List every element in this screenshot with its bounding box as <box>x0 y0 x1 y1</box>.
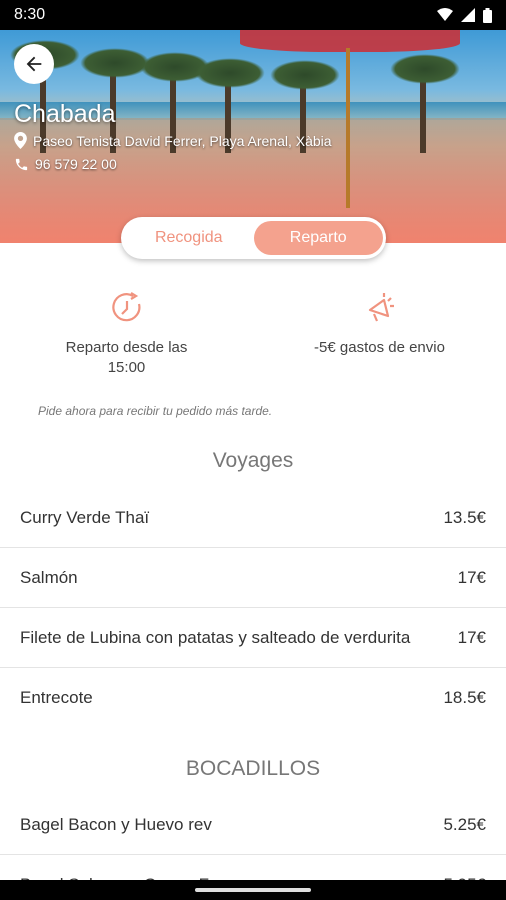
megaphone-icon <box>368 293 394 322</box>
home-handle[interactable] <box>195 888 311 892</box>
menu-list: Curry Verde Thaï 13.5€ Salmón 17€ Filete… <box>0 488 506 728</box>
feature-discount: -5€ gastos de envio <box>253 290 506 378</box>
palm-frond <box>270 60 340 90</box>
palm-frond <box>390 54 460 84</box>
menu-item-name: Entrecote <box>20 688 93 707</box>
menu-item[interactable]: Curry Verde Thaï 13.5€ <box>0 488 506 548</box>
order-later-note: Pide ahora para recibir tu pedido más ta… <box>38 404 273 418</box>
menu-item-name: Filete de Lubina con patatas y salteado … <box>20 627 411 647</box>
feature-delivery-time: Reparto desde las 15:00 <box>0 290 253 378</box>
menu-item[interactable]: Filete de Lubina con patatas y salteado … <box>0 608 506 668</box>
hero-umbrella <box>240 30 460 52</box>
menu-item-price: 17€ <box>457 567 486 587</box>
menu-item-price: 13.5€ <box>443 507 486 527</box>
status-time: 8:30 <box>14 6 46 23</box>
menu-item-price: 18.5€ <box>443 688 486 707</box>
address-row[interactable]: Paseo Tenista David Ferrer, Playa Arenal… <box>14 132 332 149</box>
status-icons <box>437 7 492 23</box>
palm-frond <box>80 48 150 78</box>
phone-text: 96 579 22 00 <box>35 156 117 172</box>
wifi-icon <box>437 8 453 21</box>
restaurant-name: Chabada <box>14 100 116 128</box>
signal-icon <box>461 8 475 22</box>
phone-icon <box>15 158 28 170</box>
menu-item-price: 5.25€ <box>443 814 486 834</box>
arrow-left-icon <box>26 56 42 72</box>
section-title: Voyages <box>212 449 294 472</box>
back-button[interactable] <box>14 44 54 84</box>
menu-item-price: 17€ <box>457 627 486 647</box>
toggle-delivery[interactable]: Reparto <box>253 221 383 255</box>
hero-umbrella-pole <box>346 48 350 208</box>
section-title: BOCADILLOS <box>185 757 321 780</box>
system-nav-bar <box>0 880 506 900</box>
status-bar: 8:30 <box>0 0 506 30</box>
toggle-pickup[interactable]: Recogida <box>124 221 254 255</box>
delivery-mode-toggle: Recogida Reparto <box>121 217 386 259</box>
menu-item-name: Curry Verde Thaï <box>20 507 150 527</box>
menu-item-name: Salmón <box>20 567 78 587</box>
discount-text: -5€ gastos de envio <box>314 339 445 356</box>
battery-icon <box>483 7 492 23</box>
clock-icon <box>111 292 140 322</box>
menu-item-name: Bagel Bacon y Huevo rev <box>20 814 212 834</box>
delivery-time-text: Reparto desde las 15:00 <box>65 339 188 376</box>
palm-frond <box>195 58 265 88</box>
phone-row[interactable]: 96 579 22 00 <box>14 156 117 172</box>
menu-item[interactable]: Entrecote 18.5€ <box>0 668 506 728</box>
menu-item[interactable]: Bagel Bacon y Huevo rev 5.25€ <box>0 795 506 855</box>
menu-item[interactable]: Salmón 17€ <box>0 548 506 608</box>
delivery-features: Reparto desde las 15:00 -5€ gastos de en… <box>0 290 506 378</box>
location-pin-icon <box>14 132 27 149</box>
address-text: Paseo Tenista David Ferrer, Playa Arenal… <box>33 132 332 149</box>
